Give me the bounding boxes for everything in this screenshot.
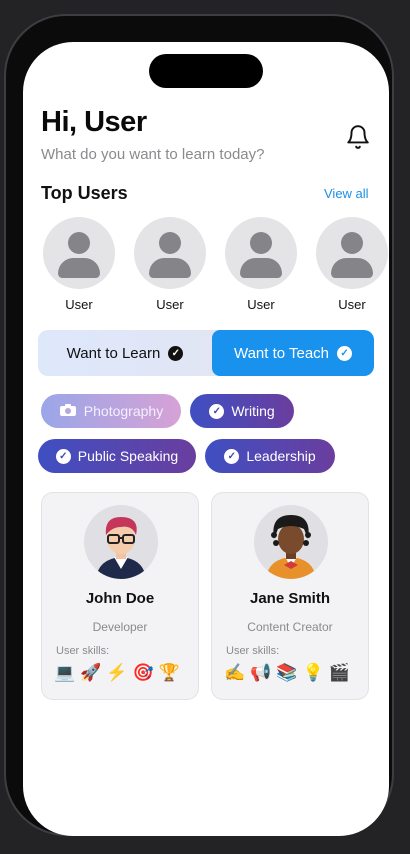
avatar	[254, 505, 328, 579]
books-icon: 📚	[276, 663, 298, 682]
card-skills-icons: 💻 🚀 ⚡ 🎯 🏆	[54, 663, 180, 683]
want-to-learn-label: Want to Learn	[66, 344, 161, 362]
skill-chip-label: Writing	[231, 403, 275, 419]
skill-chip-leadership[interactable]: ✓ Leadership	[205, 439, 335, 473]
check-icon: ✓	[168, 345, 184, 361]
skill-chip-label: Leadership	[246, 448, 316, 464]
app-screen: Hi, User What do you want to learn today…	[23, 42, 389, 836]
card-skills-label: User skills:	[56, 645, 110, 657]
card-name: Jane Smith	[249, 590, 331, 607]
card-skills-icons: ✍️ 📢 📚 💡 🎬	[224, 663, 350, 683]
card-role: Developer	[92, 620, 148, 634]
top-user-item[interactable]: User	[42, 217, 116, 312]
check-icon: ✓	[209, 403, 225, 419]
check-icon: ✓	[55, 448, 71, 464]
skill-chip-photography[interactable]: Photography	[41, 394, 181, 428]
user-placeholder-avatar	[225, 217, 297, 289]
skill-chip-label: Public Speaking	[77, 448, 179, 464]
megaphone-icon: 📢	[250, 663, 272, 682]
top-user-item[interactable]: User	[315, 217, 389, 312]
top-user-name: User	[65, 297, 93, 312]
user-placeholder-avatar	[43, 217, 115, 289]
want-to-teach-label: Want to Teach	[233, 344, 330, 362]
skill-chip-label: Photography	[83, 403, 164, 419]
target-icon: 🎯	[132, 663, 154, 682]
clapperboard-icon: 🎬	[328, 663, 350, 682]
greeting-title: Hi, User	[41, 106, 147, 138]
lightning-icon: ⚡	[106, 663, 128, 682]
user-placeholder-avatar	[134, 217, 206, 289]
top-user-item[interactable]: User	[133, 217, 207, 312]
phone-frame: Hi, User What do you want to learn today…	[4, 14, 394, 836]
user-card-jane-smith[interactable]: Jane Smith Content Creator User skills: …	[211, 492, 369, 700]
skill-chip-public-speaking[interactable]: ✓ Public Speaking	[38, 439, 196, 473]
user-placeholder-avatar	[316, 217, 388, 289]
top-users-title: Top Users	[41, 183, 128, 203]
user-card-john-doe[interactable]: John Doe Developer User skills: 💻 🚀 ⚡ 🎯 …	[41, 492, 199, 700]
skill-chip-writing[interactable]: ✓ Writing	[190, 394, 294, 428]
laptop-icon: 💻	[54, 663, 76, 682]
card-name: John Doe	[85, 590, 155, 607]
greeting-subtitle: What do you want to learn today?	[41, 146, 265, 163]
check-icon: ✓	[224, 448, 240, 464]
learn-teach-toggle: Want to Learn ✓ Want to Teach ✓	[38, 330, 374, 376]
lightbulb-icon: 💡	[302, 663, 324, 682]
top-user-name: User	[247, 297, 275, 312]
want-to-teach-button[interactable]: Want to Teach ✓	[212, 330, 374, 376]
writing-hand-icon: ✍️	[224, 663, 246, 682]
top-user-item[interactable]: User	[224, 217, 298, 312]
want-to-learn-button[interactable]: Want to Learn ✓	[38, 330, 212, 376]
view-all-link[interactable]: View all	[324, 186, 369, 201]
dynamic-island	[149, 54, 263, 88]
card-skills-label: User skills:	[226, 645, 280, 657]
check-icon: ✓	[337, 345, 353, 361]
card-role: Content Creator	[247, 620, 333, 634]
trophy-icon: 🏆	[158, 663, 180, 682]
camera-icon	[59, 403, 77, 420]
avatar	[84, 505, 158, 579]
top-user-name: User	[338, 297, 366, 312]
rocket-icon: 🚀	[80, 663, 102, 682]
bell-icon[interactable]	[345, 124, 371, 150]
top-user-name: User	[156, 297, 184, 312]
